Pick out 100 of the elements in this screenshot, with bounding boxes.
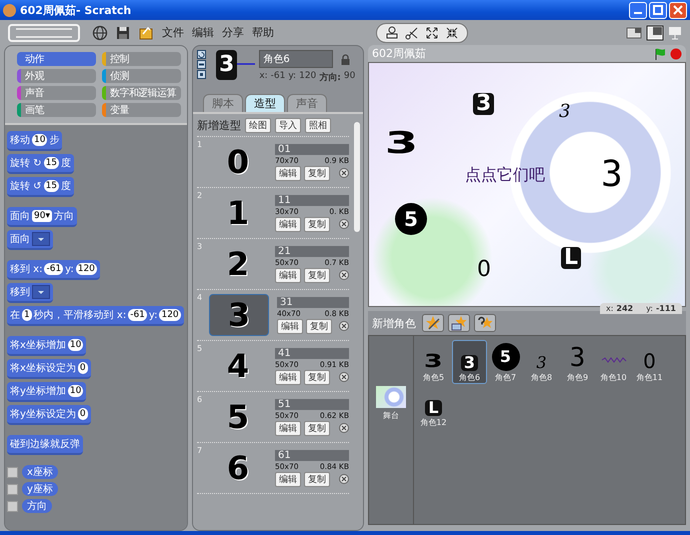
- edit-button[interactable]: 编辑: [275, 420, 301, 436]
- checkbox[interactable]: [7, 500, 18, 512]
- sprite-tile[interactable]: 角色10: [596, 340, 631, 384]
- small-stage-icon[interactable]: [626, 26, 642, 40]
- sprite-tile[interactable]: 3 角色5: [416, 340, 451, 384]
- costume-name-field[interactable]: 21: [275, 246, 349, 256]
- reporter-block[interactable]: x座标: [22, 465, 58, 479]
- sprite-tile[interactable]: L 角色12: [416, 385, 451, 429]
- maximize-button[interactable]: [649, 2, 667, 18]
- edit-button[interactable]: 编辑: [277, 318, 303, 334]
- close-button[interactable]: [669, 2, 687, 18]
- motion-block[interactable]: 将y坐标增加 10: [7, 382, 86, 402]
- globe-icon[interactable]: [92, 24, 108, 40]
- delete-icon[interactable]: [339, 219, 349, 229]
- normal-stage-icon[interactable]: [646, 24, 664, 40]
- sprite-tile[interactable]: 3 角色9: [560, 340, 595, 384]
- checkbox[interactable]: [7, 466, 18, 478]
- no-rotate-icon[interactable]: [197, 70, 206, 79]
- digit-sprite[interactable]: 3: [601, 157, 623, 193]
- menu-item[interactable]: 编辑: [192, 25, 214, 40]
- motion-block[interactable]: 碰到边缘就反弹: [7, 435, 83, 455]
- number-input[interactable]: 10: [32, 134, 48, 146]
- share-icon[interactable]: [138, 24, 154, 40]
- shrink-icon[interactable]: [445, 26, 459, 40]
- sprite-dropdown[interactable]: [32, 232, 50, 246]
- costume-thumbnail[interactable]: 6: [209, 448, 267, 488]
- copy-button[interactable]: 复制: [306, 318, 332, 334]
- delete-icon[interactable]: [339, 168, 349, 178]
- number-input[interactable]: 0: [78, 408, 88, 420]
- digit-sprite[interactable]: 3: [559, 103, 570, 121]
- number-input[interactable]: 0: [78, 362, 88, 374]
- stamp-icon[interactable]: [385, 26, 399, 40]
- number-input[interactable]: -61: [128, 309, 147, 321]
- menu-item[interactable]: 帮助: [252, 25, 274, 40]
- minimize-button[interactable]: [629, 2, 647, 18]
- sprite-tile[interactable]: 5 角色7: [488, 340, 523, 384]
- sprite-name-field[interactable]: 角色6: [259, 50, 334, 68]
- number-input[interactable]: 1: [22, 309, 32, 321]
- delete-icon[interactable]: [339, 423, 349, 433]
- menu-item[interactable]: 文件: [162, 25, 184, 40]
- delete-icon[interactable]: [339, 474, 349, 484]
- tab[interactable]: 造型: [245, 94, 285, 112]
- costume-action-button[interactable]: 绘图: [245, 118, 271, 133]
- flip-icon[interactable]: [197, 60, 206, 69]
- number-input[interactable]: 120: [159, 309, 181, 321]
- number-input[interactable]: 10: [68, 339, 84, 351]
- number-input[interactable]: 15: [44, 157, 60, 169]
- copy-button[interactable]: 复制: [304, 370, 330, 384]
- rotate-icon[interactable]: [197, 50, 206, 59]
- reporter-block[interactable]: 方向: [22, 499, 52, 513]
- motion-block[interactable]: 旋转 ↻ 15 度: [7, 154, 74, 174]
- edit-button[interactable]: 编辑: [275, 370, 301, 384]
- motion-block[interactable]: 旋转 ↺ 15 度: [7, 177, 74, 197]
- edit-button[interactable]: 编辑: [275, 472, 301, 486]
- digit-sprite[interactable]: L: [561, 247, 582, 269]
- direction-dropdown[interactable]: 90▾: [32, 210, 52, 222]
- motion-block[interactable]: 将x坐标设定为 0: [7, 359, 91, 379]
- costume-name-field[interactable]: 61: [275, 450, 349, 460]
- costume-action-button[interactable]: 导入: [275, 118, 301, 133]
- grow-icon[interactable]: [425, 26, 439, 40]
- sprite-tile[interactable]: 0 角色11: [632, 340, 667, 384]
- costume-thumbnail[interactable]: 1: [209, 193, 267, 233]
- copy-button[interactable]: 复制: [304, 268, 330, 282]
- digit-sprite[interactable]: 0: [477, 259, 491, 281]
- import-sprite-button[interactable]: [448, 314, 470, 332]
- stage-thumbnail[interactable]: [376, 386, 406, 408]
- delete-icon[interactable]: [339, 270, 349, 280]
- motion-block[interactable]: 在 1 秒内，平滑移动到 x: -61 y: 120: [7, 306, 184, 326]
- costume-action-button[interactable]: 照相: [305, 118, 331, 133]
- motion-block[interactable]: 将x坐标增加 10: [7, 336, 86, 356]
- copy-button[interactable]: 复制: [304, 166, 330, 180]
- costume-name-field[interactable]: 01: [275, 144, 349, 154]
- costume-name-field[interactable]: 51: [275, 398, 349, 410]
- save-icon[interactable]: [116, 26, 130, 40]
- copy-button[interactable]: 复制: [304, 472, 330, 486]
- sprite-tile[interactable]: 3 角色6: [452, 340, 487, 384]
- costume-thumbnail[interactable]: 4: [209, 346, 267, 386]
- sprite-tile[interactable]: 3 角色8: [524, 340, 559, 384]
- number-input[interactable]: 10: [68, 385, 84, 397]
- motion-block[interactable]: 移动 10 步: [7, 131, 62, 151]
- checkbox[interactable]: [7, 484, 18, 494]
- sprite-dropdown[interactable]: [32, 285, 50, 299]
- costume-name-field[interactable]: 41: [275, 348, 349, 358]
- delete-icon[interactable]: [339, 321, 349, 331]
- flag-icon[interactable]: [654, 48, 666, 60]
- digit-sprite[interactable]: 5: [395, 203, 427, 235]
- category-button[interactable]: 动作: [17, 52, 96, 66]
- edit-button[interactable]: 编辑: [275, 268, 301, 282]
- number-input[interactable]: 120: [76, 263, 97, 275]
- costume-name-field[interactable]: 11: [275, 194, 349, 206]
- costume-thumbnail[interactable]: 5: [209, 397, 267, 437]
- digit-sprite[interactable]: 3: [384, 129, 418, 159]
- copy-button[interactable]: 复制: [304, 216, 330, 232]
- motion-block[interactable]: 面向 90▾ 方向: [7, 207, 77, 227]
- lock-icon[interactable]: [341, 54, 350, 64]
- copy-button[interactable]: 复制: [304, 420, 330, 436]
- number-input[interactable]: 15: [44, 180, 60, 192]
- scissors-icon[interactable]: [405, 26, 419, 40]
- edit-button[interactable]: 编辑: [275, 166, 301, 180]
- edit-button[interactable]: 编辑: [275, 216, 301, 232]
